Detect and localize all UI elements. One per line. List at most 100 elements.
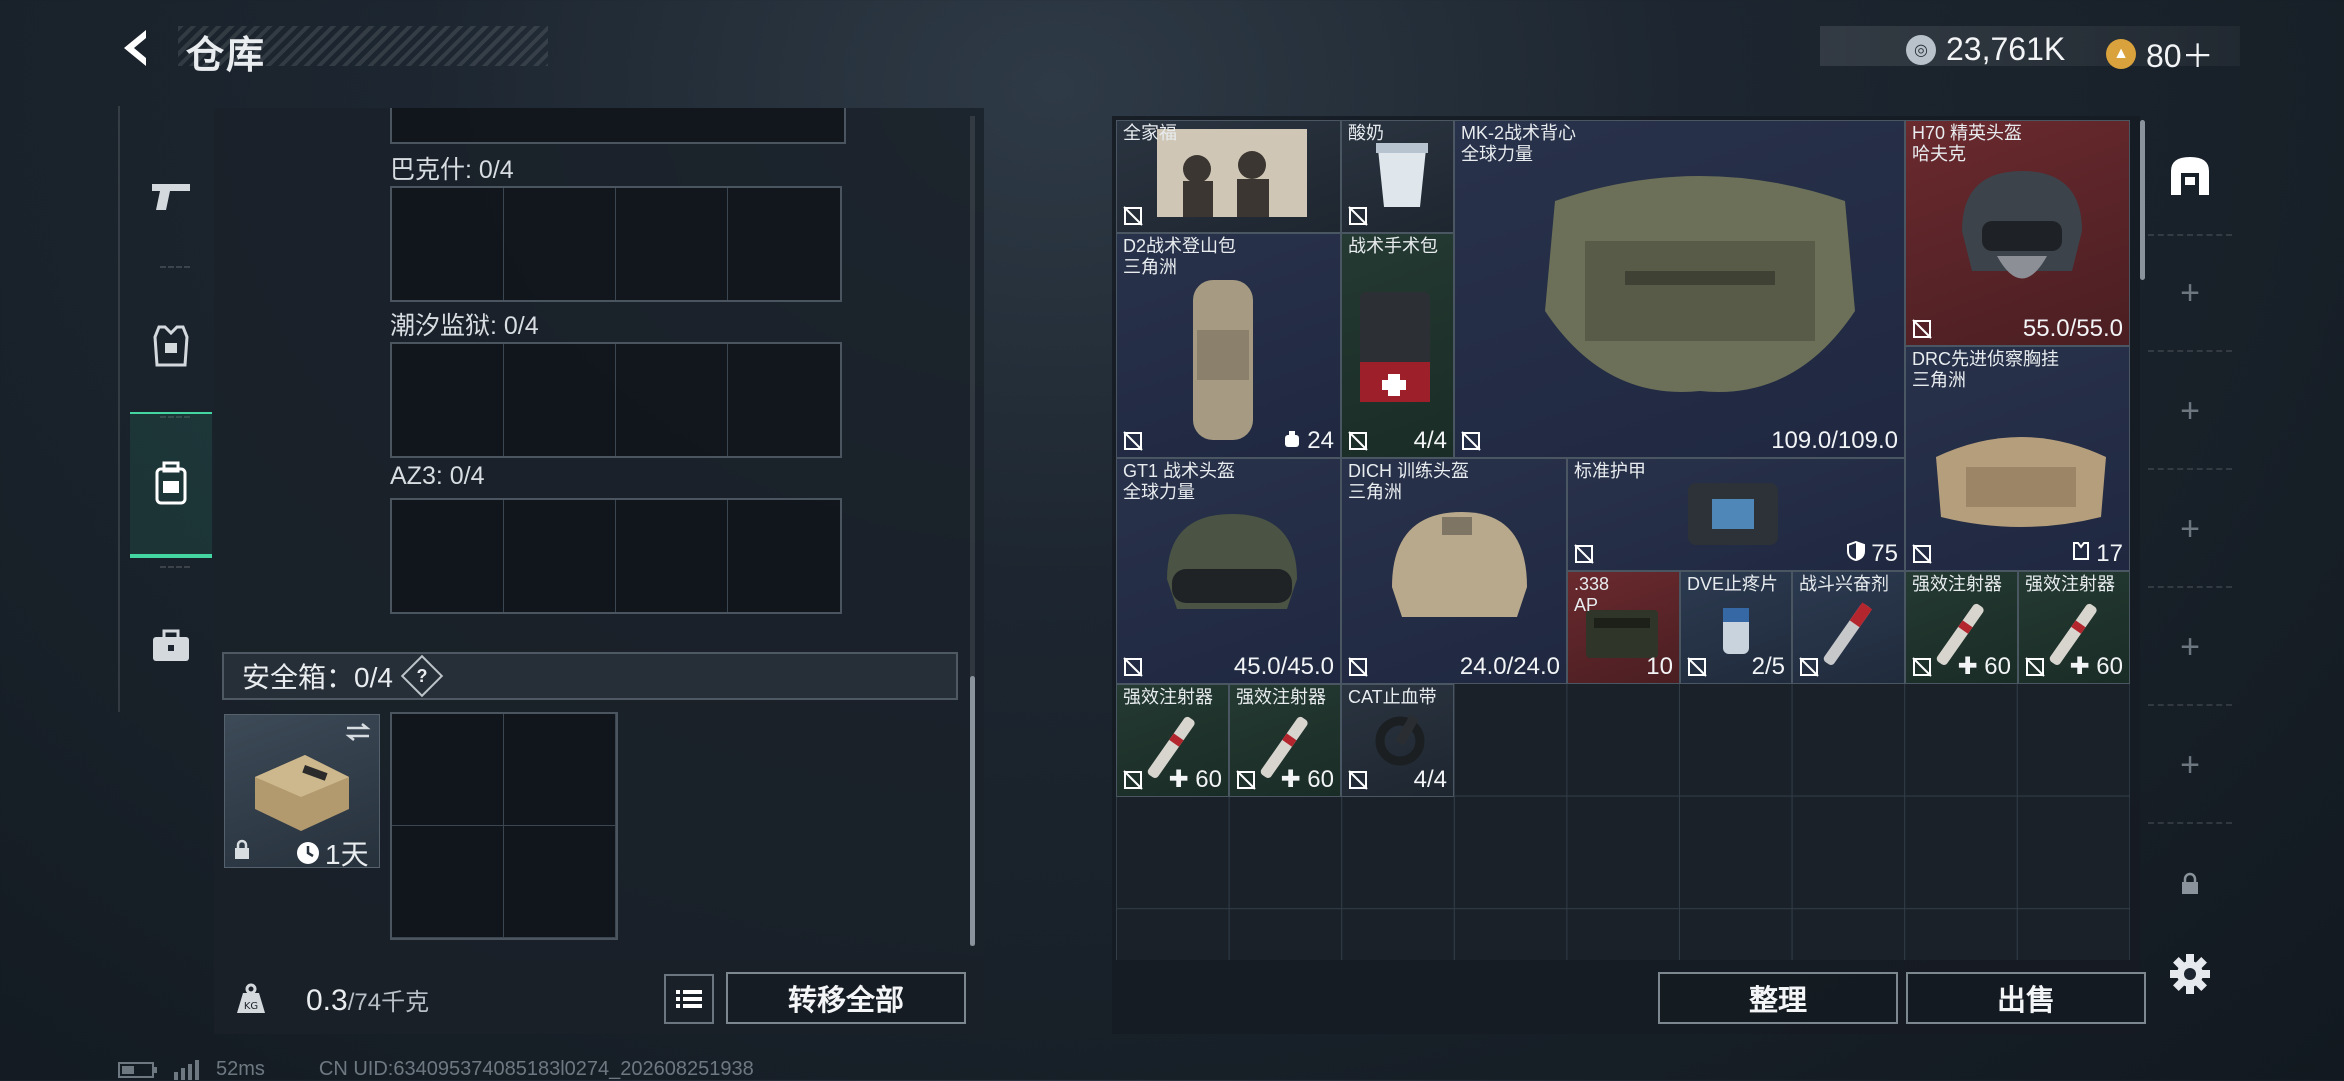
inventory-item[interactable]: CAT止血带 4/4 — [1341, 684, 1454, 797]
locked-storage-tab[interactable] — [2148, 826, 2232, 942]
no-insurance-icon — [1123, 206, 1143, 226]
signal-icon — [174, 1059, 199, 1080]
weight-icon: KG — [228, 976, 274, 1022]
no-insurance-icon — [1348, 431, 1368, 451]
inventory-item[interactable]: MK-2战术背心 全球力量 109.0/109.0 — [1454, 120, 1905, 458]
item-capacity: 24 — [1283, 427, 1334, 455]
inventory-item[interactable]: 战术手术包 4/4 — [1341, 233, 1454, 458]
sell-button[interactable]: 出售 — [1906, 972, 2146, 1024]
item-image — [1376, 143, 1428, 207]
no-insurance-icon — [1799, 657, 1819, 677]
tab-supplies[interactable] — [130, 576, 212, 716]
add-storage-tab-3[interactable]: + — [2148, 472, 2232, 588]
inventory-item[interactable]: GT1 战术头盔 全球力量 45.0/45.0 — [1116, 458, 1341, 684]
item-uses: 2/5 — [1751, 653, 1785, 680]
timer-value: 1天 — [325, 839, 369, 870]
clock-icon — [297, 842, 319, 864]
slot-grid-bakesh[interactable] — [390, 186, 842, 302]
inventory-scrollbar[interactable] — [2140, 120, 2145, 280]
shield-icon — [1846, 540, 1865, 562]
inventory-item[interactable]: 强效注射器 ✚ 60 — [2018, 571, 2130, 684]
item-image — [1936, 437, 2106, 527]
item-durability: 109.0/109.0 — [1771, 427, 1898, 454]
safe-box-label: 安全箱：0/4 — [242, 662, 393, 693]
no-insurance-icon — [1348, 770, 1368, 790]
no-insurance-icon — [1348, 206, 1368, 226]
slot-grid-partial[interactable] — [390, 108, 846, 144]
add-storage-tab-5[interactable]: + — [2148, 708, 2232, 824]
inventory-item[interactable]: D2战术登山包 三角洲 24 — [1116, 233, 1341, 458]
sort-button[interactable]: 整理 — [1658, 972, 1898, 1024]
no-insurance-icon — [1348, 657, 1368, 677]
tab-weapons[interactable] — [130, 126, 212, 266]
tab-armor[interactable] — [130, 276, 212, 416]
item-name: 强效注射器 — [1912, 574, 2002, 594]
currency-primary[interactable]: ◎ 23,761K — [1906, 31, 2065, 68]
inventory-grid: 全家福 酸奶 MK-2战术背心 全球力量 109.0/109.0 H70 精英头盔… — [1116, 120, 2130, 960]
no-insurance-icon — [1687, 657, 1707, 677]
weight-current: 0.3 — [306, 984, 348, 1017]
premium-coin-icon: ▲ — [2106, 39, 2136, 69]
inventory-item[interactable]: DRC先进侦察胸挂 三角洲 17 — [1905, 346, 2130, 571]
item-image — [1392, 512, 1527, 617]
left-scrollbar[interactable] — [970, 676, 975, 946]
currency-primary-value: 23,761K — [1946, 31, 2066, 67]
item-durability: 55.0/55.0 — [2022, 315, 2123, 342]
currency-secondary[interactable]: ▲ 80＋ — [2106, 31, 2214, 77]
slot-grid-az3[interactable] — [390, 498, 842, 614]
inventory-item[interactable]: 标准护甲 75 — [1567, 458, 1905, 571]
slot-label-bakesh: 巴克什: 0/4 — [390, 156, 514, 184]
list-view-button[interactable] — [664, 974, 714, 1024]
help-button[interactable]: ? — [400, 654, 444, 698]
back-button[interactable] — [112, 22, 164, 74]
storage-tab-main[interactable] — [2148, 118, 2232, 236]
transfer-all-button[interactable]: 转移全部 — [726, 972, 966, 1024]
item-name: 强效注射器 — [1236, 687, 1326, 707]
item-name: 强效注射器 — [1123, 687, 1213, 707]
item-heal-value: ✚ 60 — [1280, 766, 1334, 793]
item-name: CAT止血带 — [1348, 687, 1437, 707]
settings-button[interactable] — [2166, 950, 2214, 998]
add-storage-tab-2[interactable]: + — [2148, 354, 2232, 470]
item-name: DVE止疼片 — [1687, 574, 1779, 594]
safe-box-item[interactable]: 1天 — [224, 714, 380, 870]
safe-box-grid[interactable] — [390, 712, 618, 940]
no-insurance-icon — [1461, 431, 1481, 451]
gear-icon — [2170, 954, 2210, 994]
item-armor-value: 75 — [1846, 540, 1898, 568]
no-insurance-icon — [1236, 770, 1256, 790]
inventory-item[interactable]: 强效注射器 ✚ 60 — [1229, 684, 1341, 797]
battery-icon — [118, 1061, 157, 1078]
category-sidebar — [118, 106, 214, 712]
item-name: 战斗兴奋剂 — [1799, 574, 1889, 594]
page-title: 仓库 — [186, 35, 267, 77]
inventory-item[interactable]: 全家福 — [1116, 120, 1341, 233]
chest-rig-icon — [2072, 542, 2089, 560]
item-durability: 24.0/24.0 — [1459, 653, 1560, 680]
item-name: H70 精英头盔 哈夫克 — [1912, 123, 2023, 164]
no-insurance-icon — [1574, 544, 1594, 564]
add-storage-tab-1[interactable]: + — [2148, 236, 2232, 352]
inventory-item[interactable]: 战斗兴奋剂 — [1792, 571, 1905, 684]
capacity-icon — [1284, 431, 1299, 447]
add-storage-tab-4[interactable]: + — [2148, 590, 2232, 706]
no-insurance-icon — [1912, 319, 1932, 339]
inventory-item[interactable]: .338 AP 10 — [1567, 571, 1680, 684]
inventory-item[interactable]: 强效注射器 ✚ 60 — [1116, 684, 1229, 797]
item-name: MK-2战术背心 全球力量 — [1461, 123, 1577, 164]
pistol-icon — [152, 184, 190, 210]
safe-case-image — [255, 755, 349, 831]
inventory-item[interactable]: DVE止疼片 2/5 — [1680, 571, 1792, 684]
tab-containers[interactable] — [130, 412, 212, 558]
item-image — [1360, 292, 1430, 402]
swap-icon — [345, 723, 371, 741]
inventory-item[interactable]: H70 精英头盔 哈夫克 55.0/55.0 — [1905, 120, 2130, 346]
item-name: 标准护甲 — [1574, 461, 1646, 481]
slot-grid-tide-prison[interactable] — [390, 342, 842, 458]
inventory-item[interactable]: DICH 训练头盔 三角洲 24.0/24.0 — [1341, 458, 1567, 684]
slot-label-tide-prison: 潮汐监狱: 0/4 — [390, 312, 539, 340]
backpack-icon — [155, 461, 187, 505]
briefcase-icon — [153, 629, 189, 661]
inventory-item[interactable]: 强效注射器 ✚ 60 — [1905, 571, 2018, 684]
inventory-item[interactable]: 酸奶 — [1341, 120, 1454, 233]
